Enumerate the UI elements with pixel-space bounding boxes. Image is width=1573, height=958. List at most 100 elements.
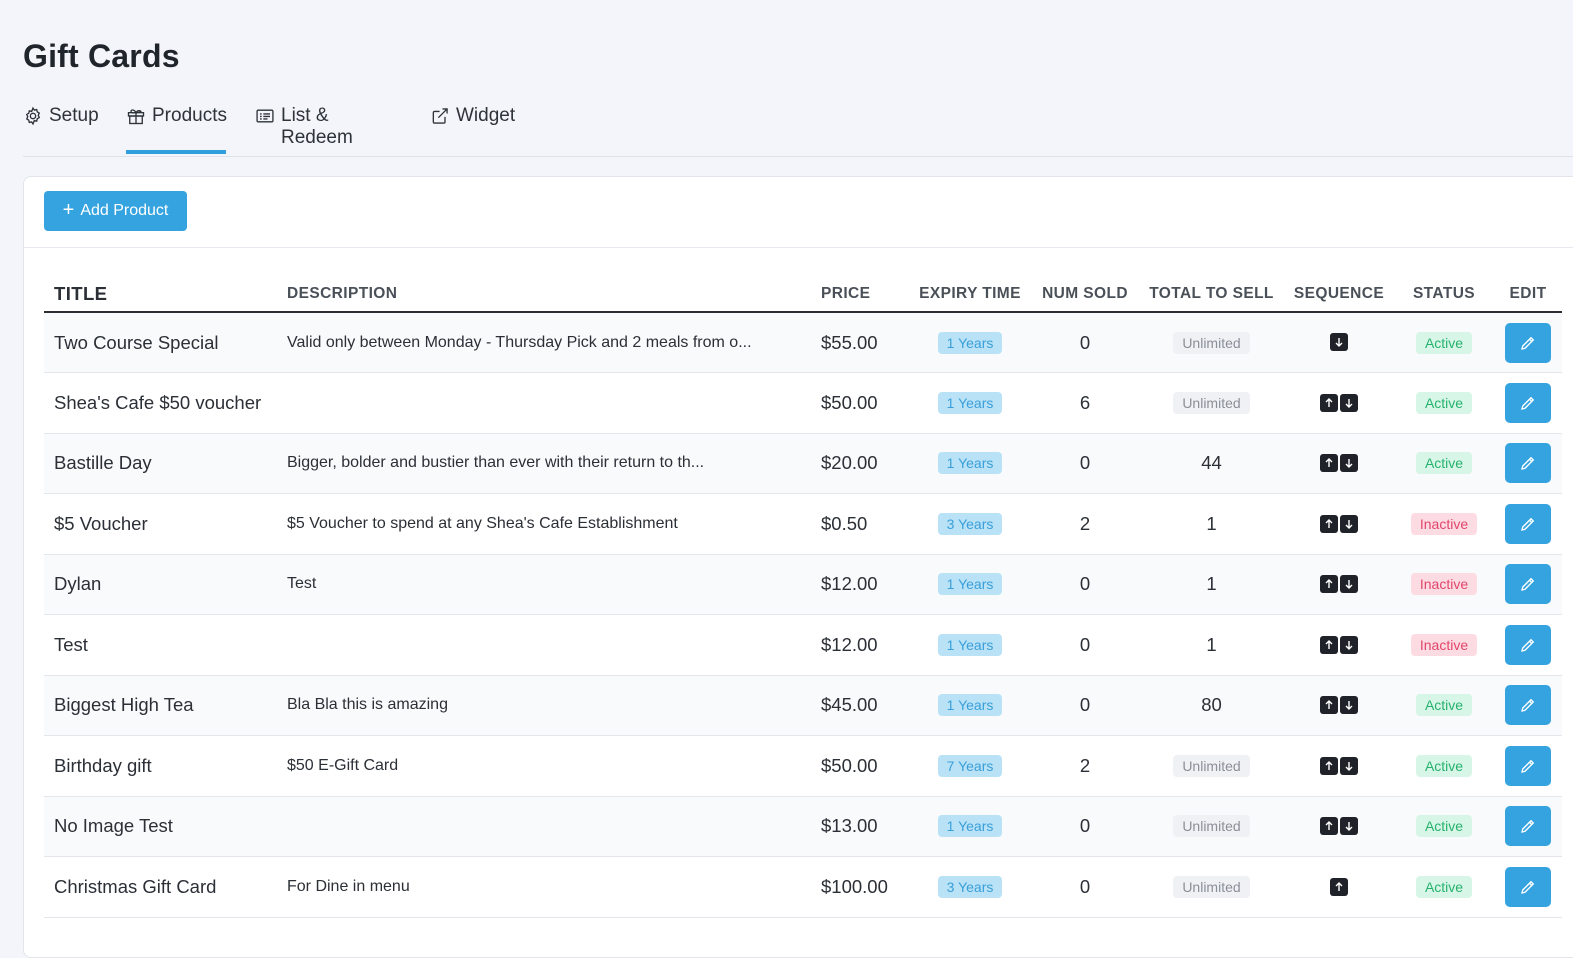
arrow-down-icon (1343, 578, 1355, 590)
arrow-up-icon (1323, 699, 1335, 711)
tab-setup[interactable]: Setup (23, 96, 99, 154)
edit-button[interactable] (1505, 382, 1551, 423)
total-to-sell-value: 1 (1206, 633, 1217, 655)
tab-list-redeem[interactable]: List & Redeem (255, 96, 405, 154)
expiry-badge: 3 Years (937, 512, 1003, 535)
move-up-button[interactable] (1320, 575, 1338, 594)
page-title: Gift Cards (23, 38, 180, 74)
cell-description (287, 373, 821, 434)
cell-edit (1494, 373, 1562, 434)
cell-status: Inactive (1394, 554, 1494, 615)
move-down-button[interactable] (1340, 454, 1358, 473)
add-product-button[interactable]: + Add Product (44, 191, 187, 231)
arrow-up-icon (1323, 578, 1335, 590)
edit-button[interactable] (1505, 685, 1551, 726)
external-link-icon (432, 108, 448, 124)
cell-edit (1494, 312, 1562, 373)
expiry-badge: 1 Years (937, 573, 1003, 596)
cell-expiry: 7 Years (909, 736, 1031, 797)
header-title[interactable]: TITLE (44, 277, 287, 313)
move-up-button[interactable] (1320, 756, 1338, 775)
cell-edit (1494, 736, 1562, 797)
move-up-button[interactable] (1330, 877, 1348, 896)
header-sequence[interactable]: SEQUENCE (1284, 277, 1394, 313)
header-price[interactable]: PRICE (821, 277, 909, 313)
edit-button[interactable] (1505, 866, 1551, 907)
products-table: TITLE DESCRIPTION PRICE EXPIRY TIME NUM … (44, 277, 1562, 918)
tab-widget-label: Widget (456, 105, 516, 126)
cell-status: Active (1394, 736, 1494, 797)
tab-list-redeem-label: List & Redeem (281, 105, 353, 148)
tab-setup-label: Setup (49, 105, 99, 126)
cell-num-sold: 0 (1079, 875, 1091, 897)
move-up-button[interactable] (1320, 696, 1338, 715)
pencil-icon (1519, 394, 1537, 412)
cell-description: For Dine in menu (287, 877, 410, 895)
arrow-down-icon (1333, 336, 1345, 348)
arrow-up-icon (1323, 518, 1335, 530)
cell-num-sold: 0 (1079, 452, 1091, 474)
move-up-button[interactable] (1320, 454, 1338, 473)
header-description[interactable]: DESCRIPTION (287, 277, 821, 313)
table-row: Dylan Test $12.00 1 Years 0 1 Inactive (44, 554, 1562, 615)
gear-icon (25, 106, 41, 126)
cell-edit (1494, 675, 1562, 736)
cell-total-to-sell: Unlimited (1139, 736, 1284, 797)
arrow-down-icon (1343, 639, 1355, 651)
arrow-up-icon (1323, 760, 1335, 772)
edit-button[interactable] (1505, 443, 1551, 484)
header-total-to-sell[interactable]: TOTAL TO SELL (1139, 277, 1284, 313)
header-num-sold[interactable]: NUM SOLD (1031, 277, 1139, 313)
cell-description: Valid only between Monday - Thursday Pic… (287, 333, 752, 351)
cell-price: $20.00 (821, 452, 878, 474)
pencil-icon (1519, 334, 1537, 352)
cell-edit (1494, 433, 1562, 494)
move-down-button[interactable] (1340, 756, 1358, 775)
table-row: No Image Test $13.00 1 Years 0 Unlimited… (44, 796, 1562, 857)
table-row: Biggest High Tea Bla Bla this is amazing… (44, 675, 1562, 736)
cell-description: Test (287, 575, 317, 593)
cell-total-to-sell: Unlimited (1139, 373, 1284, 434)
move-up-button[interactable] (1320, 514, 1338, 533)
tab-widget[interactable]: Widget (430, 96, 525, 154)
total-to-sell-value: Unlimited (1173, 875, 1250, 898)
edit-button[interactable] (1505, 322, 1551, 363)
cell-description: $5 Voucher to spend at any Shea's Cafe E… (287, 514, 678, 532)
move-down-button[interactable] (1340, 817, 1358, 836)
expiry-badge: 3 Years (937, 875, 1003, 898)
move-down-button[interactable] (1340, 393, 1358, 412)
status-badge: Inactive (1410, 633, 1478, 656)
edit-button[interactable] (1505, 745, 1551, 786)
edit-button[interactable] (1505, 806, 1551, 847)
cell-sequence (1284, 675, 1394, 736)
move-down-button[interactable] (1340, 696, 1358, 715)
edit-button[interactable] (1505, 564, 1551, 605)
edit-button[interactable] (1505, 624, 1551, 665)
edit-button[interactable] (1505, 503, 1551, 544)
move-up-button[interactable] (1320, 635, 1338, 654)
cell-edit (1494, 494, 1562, 555)
table-row: Shea's Cafe $50 voucher $50.00 1 Years 6… (44, 372, 1562, 434)
cell-sequence (1284, 373, 1394, 434)
cell-num-sold: 0 (1079, 694, 1091, 716)
move-down-button[interactable] (1340, 514, 1358, 533)
tab-products[interactable]: Products (126, 96, 227, 154)
cell-title: Shea's Cafe $50 voucher (54, 391, 262, 413)
move-down-button[interactable] (1340, 575, 1358, 594)
arrow-up-icon (1323, 397, 1335, 409)
cell-sequence (1284, 494, 1394, 555)
header-expiry[interactable]: EXPIRY TIME (909, 277, 1031, 313)
cell-price: $12.00 (821, 633, 878, 655)
move-up-button[interactable] (1320, 393, 1338, 412)
cell-sequence (1284, 312, 1394, 373)
cell-expiry: 1 Years (909, 312, 1031, 373)
move-down-button[interactable] (1340, 635, 1358, 654)
header-status[interactable]: STATUS (1394, 277, 1494, 313)
cell-total-to-sell: 1 (1139, 554, 1284, 615)
move-up-button[interactable] (1320, 817, 1338, 836)
move-down-button[interactable] (1330, 333, 1348, 352)
total-to-sell-value: 80 (1201, 694, 1222, 716)
status-badge: Active (1415, 331, 1473, 354)
cell-status: Active (1394, 796, 1494, 857)
cell-price: $100.00 (821, 875, 888, 897)
